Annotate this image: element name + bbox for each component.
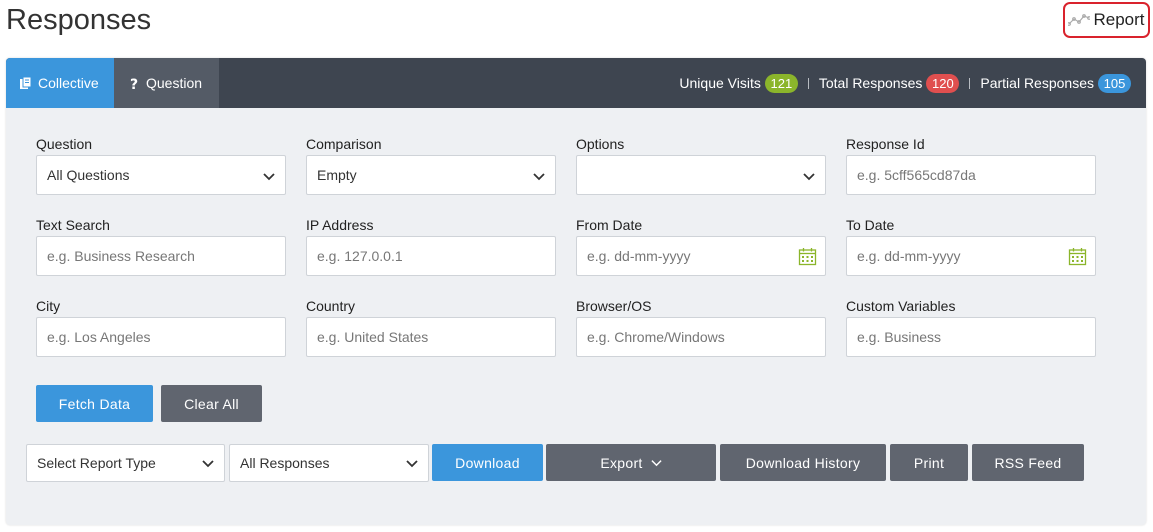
- options-field: Options: [576, 136, 826, 195]
- city-label: City: [36, 298, 61, 314]
- tab-collective-label: Collective: [38, 75, 99, 91]
- question-value: All Questions: [47, 167, 130, 183]
- to-date-label: To Date: [846, 217, 895, 233]
- to-date-wrapper: [846, 236, 1096, 276]
- fetch-data-button[interactable]: Fetch Data: [36, 385, 153, 422]
- stat-label: Partial Responses: [980, 75, 1094, 91]
- response-stats: Unique Visits 121 Total Responses 120 Pa…: [679, 58, 1146, 108]
- country-field: Country: [306, 298, 556, 357]
- calendar-icon[interactable]: [1068, 247, 1087, 266]
- export-button[interactable]: Export: [546, 444, 716, 481]
- response-id-label: Response Id: [846, 136, 925, 152]
- question-label: Question: [36, 136, 93, 152]
- chevron-down-icon: [533, 173, 545, 181]
- options-label: Options: [576, 136, 625, 152]
- country-input[interactable]: [306, 317, 556, 357]
- chevron-down-icon: [406, 460, 418, 468]
- comparison-field: Comparison Empty: [306, 136, 556, 195]
- stat-partial-responses: Partial Responses 105: [980, 73, 1131, 93]
- options-select[interactable]: [576, 155, 826, 195]
- custom-variables-input[interactable]: [846, 317, 1096, 357]
- from-date-wrapper: [576, 236, 826, 276]
- text-search-field: Text Search: [36, 217, 286, 276]
- responses-panel: Collective ? Question Unique Visits 121 …: [6, 58, 1146, 525]
- to-date-field: To Date: [846, 217, 1096, 276]
- report-link[interactable]: Report: [1063, 2, 1150, 38]
- chevron-down-icon: [803, 173, 815, 181]
- text-search-label: Text Search: [36, 217, 110, 233]
- city-input[interactable]: [36, 317, 286, 357]
- ip-address-input[interactable]: [306, 236, 556, 276]
- stat-unique-visits: Unique Visits 121: [679, 73, 798, 93]
- chevron-down-icon: [263, 173, 275, 181]
- report-type-value: Select Report Type: [37, 455, 156, 471]
- download-button[interactable]: Download: [432, 444, 543, 481]
- panel-header: Collective ? Question Unique Visits 121 …: [6, 58, 1146, 108]
- stat-total-responses: Total Responses 120: [818, 73, 960, 93]
- from-date-field: From Date: [576, 217, 826, 276]
- comparison-label: Comparison: [306, 136, 382, 152]
- svg-text:?: ?: [130, 77, 138, 90]
- text-search-input[interactable]: [36, 236, 286, 276]
- browser-os-label: Browser/OS: [576, 298, 652, 314]
- stat-label: Unique Visits: [679, 75, 761, 91]
- country-label: Country: [306, 298, 356, 314]
- city-field: City: [36, 298, 286, 357]
- tab-question-label: Question: [146, 75, 203, 91]
- chevron-down-icon: [651, 460, 662, 467]
- count-badge: 121: [764, 73, 798, 93]
- comparison-select[interactable]: Empty: [306, 155, 556, 195]
- print-button[interactable]: Print: [890, 444, 968, 481]
- comparison-value: Empty: [317, 167, 357, 183]
- count-badge: 105: [1098, 73, 1131, 93]
- custom-variables-label: Custom Variables: [846, 298, 956, 314]
- rss-feed-button[interactable]: RSS Feed: [972, 444, 1084, 481]
- browser-os-input[interactable]: [576, 317, 826, 357]
- documents-icon: [20, 76, 32, 89]
- from-date-label: From Date: [576, 217, 643, 233]
- clear-all-button[interactable]: Clear All: [161, 385, 262, 422]
- calendar-icon[interactable]: [798, 247, 817, 266]
- response-filter-select[interactable]: All Responses: [229, 444, 429, 482]
- report-type-select[interactable]: Select Report Type: [26, 444, 225, 482]
- stat-label: Total Responses: [818, 75, 923, 91]
- line-chart-icon: [1068, 14, 1091, 26]
- divider: [807, 77, 809, 89]
- tab-collective[interactable]: Collective: [6, 58, 114, 108]
- count-badge: 120: [926, 73, 960, 93]
- export-label: Export: [600, 454, 643, 471]
- question-mark-icon: ?: [130, 77, 138, 90]
- report-label: Report: [1093, 10, 1145, 29]
- response-id-field: Response Id: [846, 136, 1096, 195]
- divider: [969, 77, 971, 89]
- response-filter-value: All Responses: [240, 455, 330, 471]
- response-id-input[interactable]: [846, 155, 1096, 195]
- from-date-input[interactable]: [576, 236, 826, 276]
- tab-question[interactable]: ? Question: [114, 58, 219, 108]
- download-history-button[interactable]: Download History: [720, 444, 886, 481]
- ip-address-label: IP Address: [306, 217, 374, 233]
- question-field: Question All Questions: [36, 136, 286, 195]
- page-title: Responses: [6, 4, 152, 36]
- to-date-input[interactable]: [846, 236, 1096, 276]
- custom-variables-field: Custom Variables: [846, 298, 1096, 357]
- ip-address-field: IP Address: [306, 217, 556, 276]
- question-select[interactable]: All Questions: [36, 155, 286, 195]
- chevron-down-icon: [202, 460, 214, 468]
- browser-os-field: Browser/OS: [576, 298, 826, 357]
